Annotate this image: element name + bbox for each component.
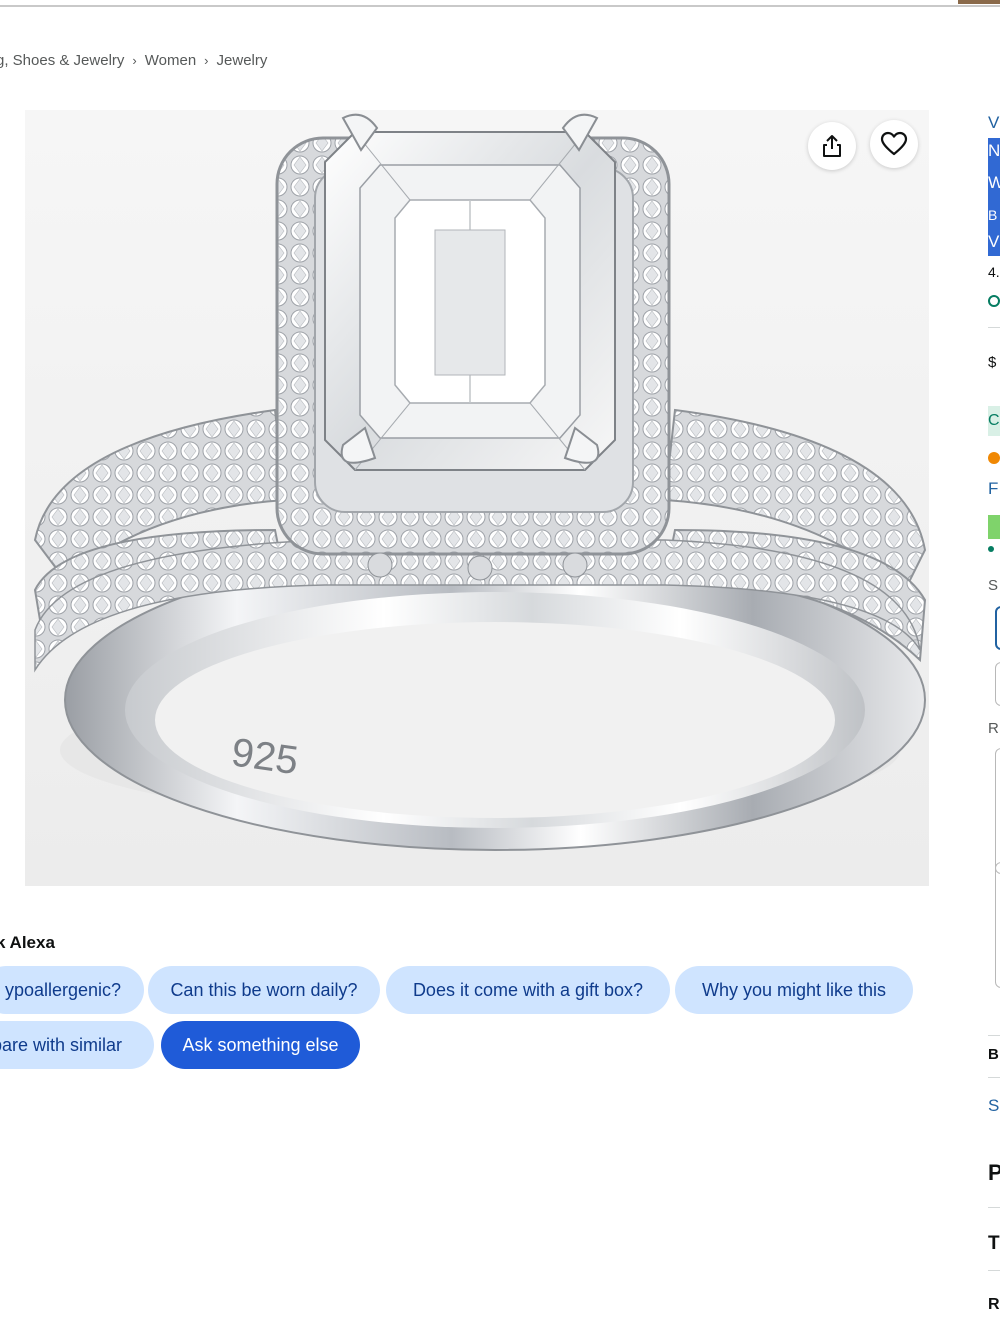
- coupon-fragment[interactable]: C: [988, 412, 1000, 430]
- favorite-button[interactable]: [870, 120, 918, 168]
- breadcrumb-item-category[interactable]: g, Shoes & Jewelry: [0, 52, 124, 69]
- title-fragment-1: N: [988, 141, 1000, 160]
- top-divider: [0, 5, 1000, 7]
- deal-icon: [988, 452, 1000, 464]
- alexa-chip-compare-similar[interactable]: pare with similar: [0, 1021, 154, 1069]
- share-icon: [823, 135, 841, 157]
- breadcrumb-item-women[interactable]: Women: [145, 52, 196, 69]
- brand-link-fragment[interactable]: V: [988, 113, 999, 133]
- ask-alexa-heading: k Alexa: [0, 933, 55, 952]
- stock-badge: [988, 515, 1000, 539]
- ring-size-label-fragment: R: [988, 720, 999, 737]
- divider: [988, 1035, 1000, 1036]
- alexa-chip-why-like[interactable]: Why you might like this: [675, 966, 913, 1014]
- ring-engraving: 925: [229, 730, 301, 783]
- chevron-right-icon: ›: [132, 53, 137, 68]
- breadcrumb: g, Shoes & Jewelry › Women › Jewelry: [0, 52, 267, 69]
- product-details-column: V N W B V 4. $ C F S R B S P T R: [988, 0, 1000, 1333]
- heart-icon: [880, 131, 908, 156]
- share-button[interactable]: [808, 122, 856, 170]
- product-image[interactable]: 925: [25, 110, 929, 886]
- alexa-chip-hypoallergenic[interactable]: ypoallergenic?: [0, 966, 144, 1014]
- size-option-selected[interactable]: [995, 606, 1000, 650]
- badge-icon: [988, 295, 1000, 307]
- option-card[interactable]: [995, 862, 1000, 988]
- chevron-right-icon: ›: [204, 53, 209, 68]
- title-fragment-2: W: [988, 173, 1000, 192]
- divider: [988, 1077, 1000, 1078]
- location-icon: [988, 546, 994, 552]
- alexa-chip-gift-box[interactable]: Does it come with a gift box?: [386, 966, 670, 1014]
- ring-illustration: 925: [25, 110, 929, 886]
- title-fragment-3: B: [988, 207, 998, 223]
- title-fragment-4: V: [988, 232, 1000, 251]
- alexa-chip-ask-something-else[interactable]: Ask something else: [161, 1021, 360, 1069]
- rating-fragment[interactable]: 4.: [988, 264, 1000, 280]
- divider: [988, 1207, 1000, 1208]
- divider: [988, 327, 1000, 328]
- bought-together-fragment: B: [988, 1046, 999, 1063]
- size-option[interactable]: [995, 662, 1000, 706]
- price-fragment: $: [988, 354, 997, 371]
- section-heading-fragment: T: [988, 1233, 1000, 1254]
- size-label-fragment: S: [988, 577, 999, 594]
- see-more-fragment[interactable]: S: [988, 1096, 999, 1116]
- breadcrumb-item-jewelry[interactable]: Jewelry: [217, 52, 268, 69]
- alexa-chip-worn-daily[interactable]: Can this be worn daily?: [148, 966, 380, 1014]
- product-section-fragment: P: [988, 1160, 1000, 1185]
- delivery-fragment[interactable]: F: [988, 479, 998, 499]
- divider: [988, 1270, 1000, 1271]
- section-heading-fragment-2: R: [988, 1296, 1000, 1313]
- option-card[interactable]: [995, 748, 1000, 874]
